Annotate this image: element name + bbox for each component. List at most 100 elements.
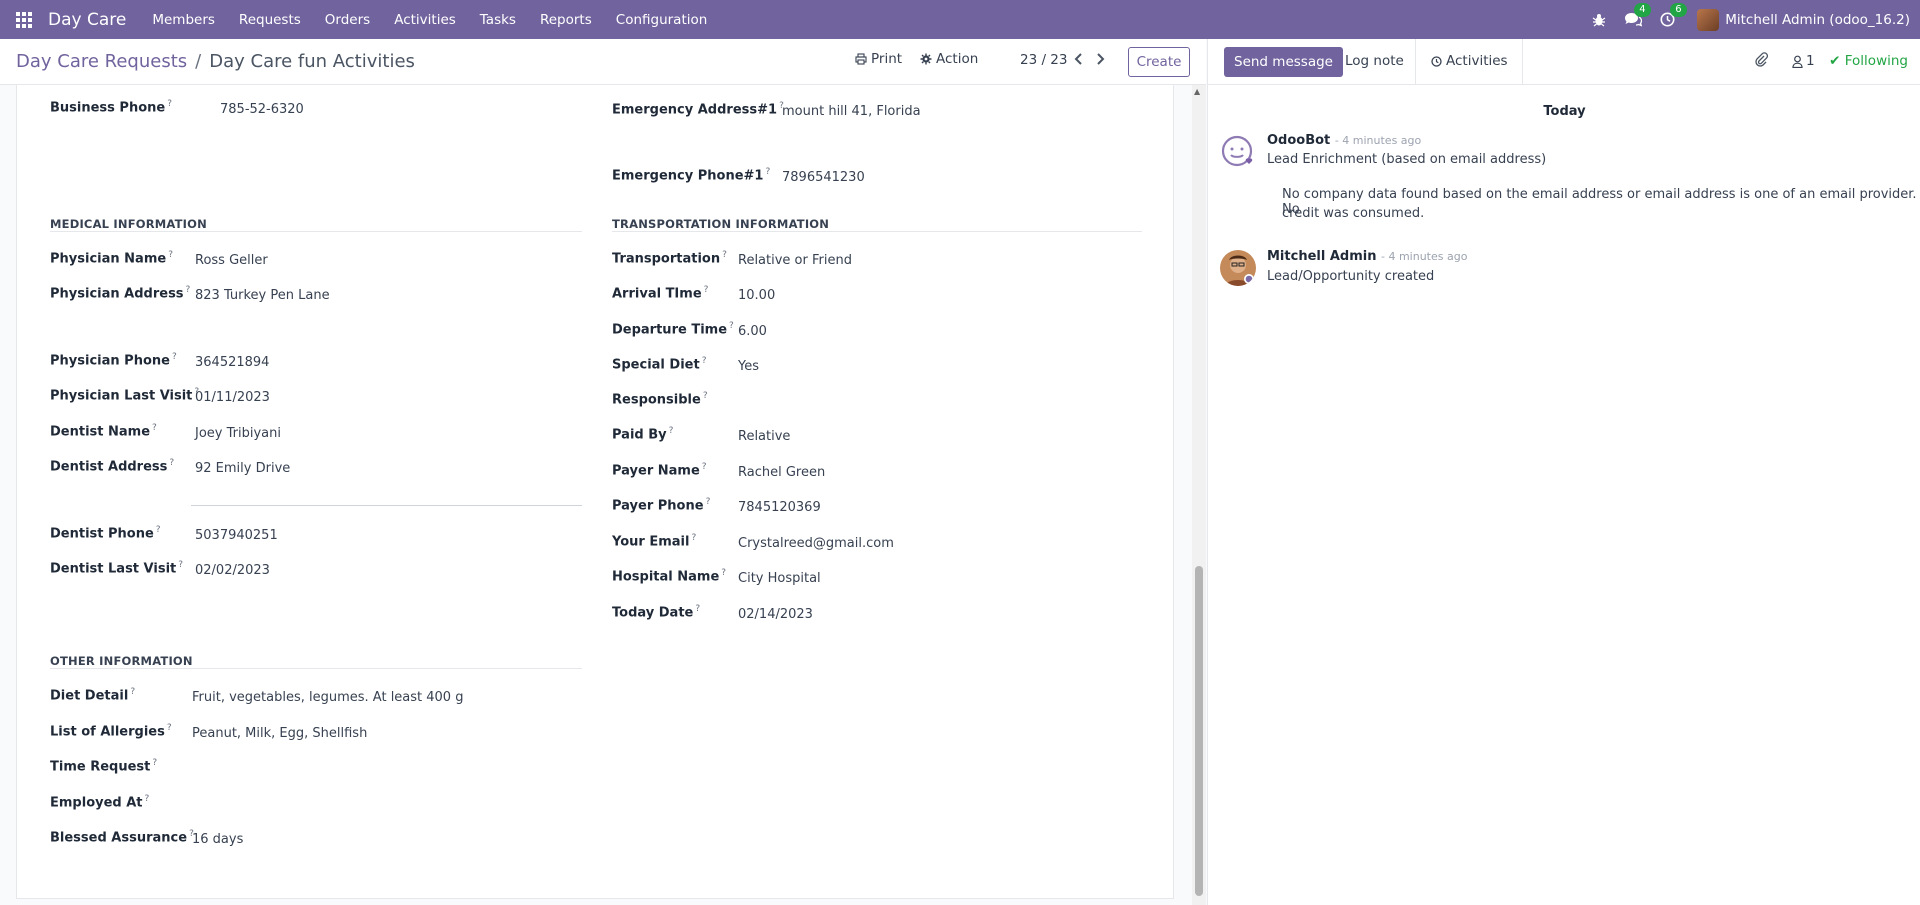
scrollbar-thumb[interactable] [1195,566,1203,896]
physician-phone-value[interactable]: 364521894 [195,355,269,370]
following-label: Following [1844,53,1908,69]
paid-by-value[interactable]: Relative [738,429,790,444]
today-date-value[interactable]: 02/14/2023 [738,607,813,622]
odoobot-avatar[interactable] [1220,134,1256,170]
form-view: Business Phone? 785-52-6320 Emergency Ad… [0,85,1206,905]
menu-configuration[interactable]: Configuration [604,0,720,39]
section-divider [50,668,582,669]
field-your-email: Your Email? [612,533,697,550]
dentist-last-visit-value[interactable]: 02/02/2023 [195,563,270,578]
special-diet-value[interactable]: Yes [738,359,759,374]
field-hospital-name: Hospital Name? [612,568,727,585]
transportation-value[interactable]: Relative or Friend [738,253,852,268]
print-icon [855,53,867,65]
pager-value[interactable]: 23 / 23 [1020,52,1068,68]
field-departure-time: Departure Time? [612,321,734,338]
activities-button[interactable]: Activities [1431,53,1508,69]
activities-count-badge: 6 [1670,3,1687,17]
scroll-up-arrow-icon[interactable]: ▲ [1194,87,1200,96]
field-dentist-address: Dentist Address? [50,458,175,475]
print-button[interactable]: Print [855,51,902,67]
form-sheet: Business Phone? 785-52-6320 Emergency Ad… [16,85,1174,899]
dentist-address-value[interactable]: 92 Emily Drive [195,461,290,476]
check-icon: ✔ [1829,53,1841,69]
message-title: Lead Enrichment (based on email address) [1267,152,1547,167]
debug-bug-icon[interactable] [1592,13,1606,27]
physician-name-value[interactable]: Ross Geller [195,253,268,268]
breadcrumb-separator: / [195,51,202,72]
form-scrollbar[interactable]: ▲ [1192,85,1206,905]
print-label: Print [871,51,903,67]
menu-requests[interactable]: Requests [227,0,313,39]
payer-name-value[interactable]: Rachel Green [738,465,825,480]
message-time: - 4 minutes ago [1380,250,1468,263]
field-physician-phone: Physician Phone? [50,352,177,369]
emergency-phone-value[interactable]: 7896541230 [782,170,865,185]
dentist-name-value[interactable]: Joey Tribiyani [195,426,281,441]
following-button[interactable]: ✔ Following [1829,53,1908,69]
user-menu[interactable]: Mitchell Admin (odoo_16.2) [1697,8,1910,31]
control-panel: Day Care Requests / Day Care fun Activit… [0,39,1206,85]
field-today-date: Today Date? [612,604,701,621]
pager-next-icon[interactable] [1096,50,1105,69]
mitchell-avatar[interactable] [1220,250,1256,286]
apps-menu-icon[interactable] [0,0,48,39]
field-employed-at: Employed At? [50,794,150,811]
physician-address-value[interactable]: 823 Turkey Pen Lane [195,288,330,303]
field-dentist-phone: Dentist Phone? [50,525,161,542]
field-emergency-phone: Emergency Phone#1? [612,167,771,184]
messages-icon[interactable]: 4 [1624,3,1651,27]
activities-clock-icon[interactable]: 6 [1660,3,1687,27]
followers-button[interactable]: 1 [1792,53,1815,69]
section-medical-title: MEDICAL INFORMATION [50,217,207,231]
hospital-name-value[interactable]: City Hospital [738,571,821,586]
business-phone-value[interactable]: 785-52-6320 [220,102,304,117]
field-emergency-address: Emergency Address#1? [612,101,784,118]
departure-time-value[interactable]: 6.00 [738,324,767,339]
menu-tasks[interactable]: Tasks [468,0,528,39]
field-dentist-name: Dentist Name? [50,423,157,440]
user-avatar [1697,8,1720,31]
send-message-button[interactable]: Send message [1224,47,1343,77]
diet-detail-value[interactable]: Fruit, vegetables, legumes. At least 400… [192,690,463,705]
gear-icon [920,53,932,65]
top-navbar: Day Care Members Requests Orders Activit… [0,0,1920,39]
action-button[interactable]: Action [920,51,978,67]
blessed-assurance-value[interactable]: 16 days [192,832,243,847]
paperclip-icon[interactable] [1754,51,1769,71]
field-payer-phone: Payer Phone? [612,497,711,514]
field-physician-address: Physician Address? [50,285,191,302]
chatter-divider [1522,39,1523,85]
dentist-phone-value[interactable]: 5037940251 [195,528,278,543]
app-brand[interactable]: Day Care [48,10,126,30]
your-email-value[interactable]: Crystalreed@gmail.com [738,536,894,551]
arrival-time-value[interactable]: 10.00 [738,288,775,303]
field-allergies: List of Allergies? [50,723,172,740]
payer-phone-value[interactable]: 7845120369 [738,500,821,515]
field-special-diet: Special Diet? [612,356,707,373]
user-name: Mitchell Admin (odoo_16.2) [1725,11,1910,28]
message-title: Lead/Opportunity created [1267,269,1435,284]
emergency-address-value[interactable]: mount hill 41, Florida [782,104,921,119]
menu-orders[interactable]: Orders [313,0,382,39]
menu-activities[interactable]: Activities [382,0,468,39]
menu-reports[interactable]: Reports [528,0,604,39]
log-note-button[interactable]: Log note [1345,53,1404,69]
allergies-value[interactable]: Peanut, Milk, Egg, Shellfish [192,726,367,741]
pager-previous-icon[interactable] [1074,50,1083,69]
message-author[interactable]: OdooBot - 4 minutes ago [1267,133,1421,148]
chatter-panel: Today OdooBot - 4 minutes ago Lead Enric… [1207,85,1920,905]
chatter-topbar: Send message Log note Activities 1 ✔ Fol… [1207,39,1920,85]
section-divider [612,231,1142,232]
create-button[interactable]: Create [1128,47,1190,77]
message-author[interactable]: Mitchell Admin - 4 minutes ago [1267,249,1467,264]
field-paid-by: Paid By? [612,426,674,443]
action-label: Action [936,51,979,67]
physician-last-visit-value[interactable]: 01/11/2023 [195,390,270,405]
menu-members[interactable]: Members [140,0,227,39]
date-separator: Today [1543,104,1586,119]
message-body: credit was consumed. [1282,206,1425,221]
messages-count-badge: 4 [1634,3,1651,17]
breadcrumb-parent[interactable]: Day Care Requests [16,51,187,72]
user-icon [1792,55,1803,68]
